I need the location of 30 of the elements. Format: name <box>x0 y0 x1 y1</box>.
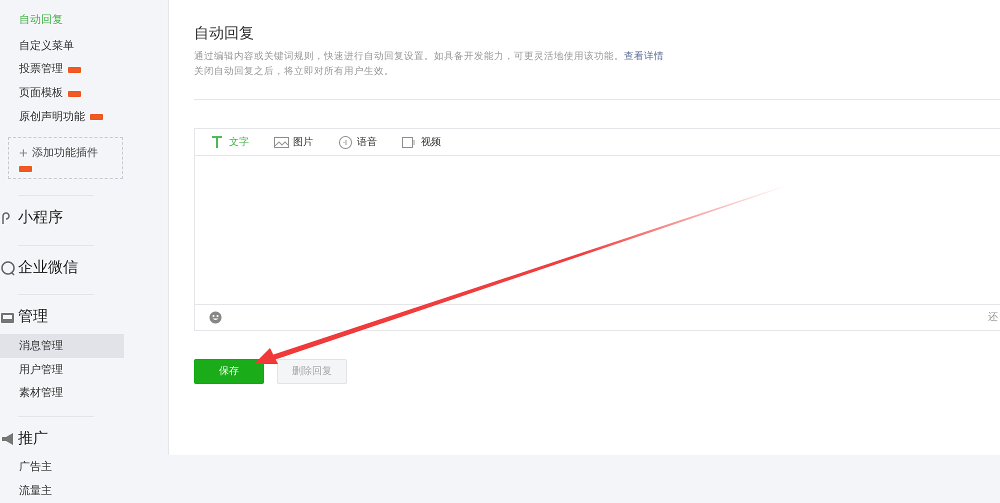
add-plugin-label: 添加功能插件 <box>32 146 98 162</box>
editor-tab[interactable]: 图片 <box>274 134 313 150</box>
megaphone-icon <box>0 430 16 447</box>
section-title[interactable]: 管理 <box>18 306 48 329</box>
emoji-icon[interactable] <box>209 311 222 324</box>
section-title[interactable]: 小程序 <box>18 206 63 230</box>
editor-tab[interactable]: 视频 <box>402 134 441 150</box>
video-icon <box>402 134 417 150</box>
sidebar-item[interactable]: 用户管理 <box>0 358 124 382</box>
page-title: 自动回复 <box>194 24 255 44</box>
note: 关闭自动回复之后，将立即对所有用户生效。 <box>194 65 395 79</box>
sidebar-item[interactable]: 广告主 <box>0 455 124 480</box>
voice-icon <box>338 134 353 150</box>
sidebar-item[interactable]: 原创声明功能 <box>0 105 124 130</box>
sidebar-item[interactable]: 自定义菜单 <box>0 34 124 58</box>
add-plugin-button[interactable]: + 添加功能插件 <box>8 137 123 179</box>
section-title[interactable]: 企业微信 <box>18 256 78 280</box>
character-counter: 还 <box>988 311 999 325</box>
sidebar-item[interactable]: 消息管理 <box>0 334 124 358</box>
image-icon <box>274 134 289 150</box>
description: 通过编辑内容或关键词规则，快速进行自动回复设置。如具备开发能力，可更灵活地使用该功能。查看详情 <box>194 50 665 64</box>
section-title[interactable]: 推广 <box>18 428 48 450</box>
sidebar-item[interactable]: 页面模板 <box>0 82 124 106</box>
plus-icon: + <box>19 146 28 161</box>
details-link[interactable]: 查看详情 <box>624 51 664 62</box>
sidebar-item[interactable]: 流量主 <box>0 479 124 503</box>
sidebar-item[interactable]: 素材管理 <box>0 382 124 406</box>
sidebar-item[interactable]: 投票管理 <box>0 58 124 82</box>
text-icon <box>210 134 225 150</box>
editor-tab[interactable]: 语音 <box>338 134 377 150</box>
